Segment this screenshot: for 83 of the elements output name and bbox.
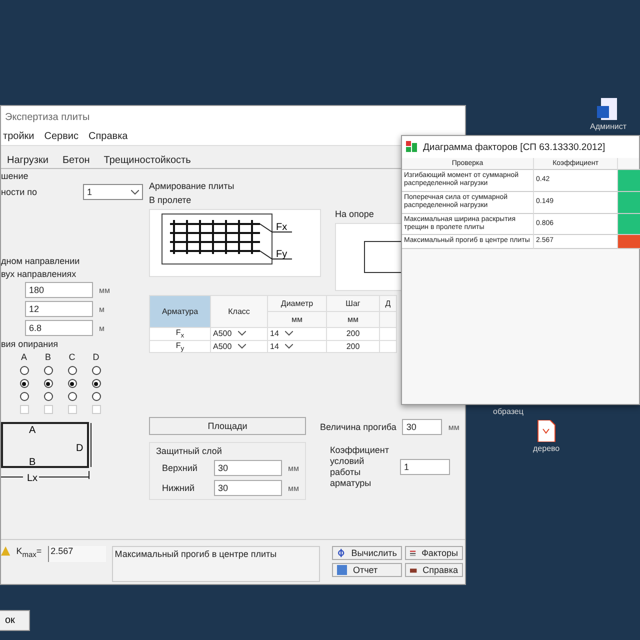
- input-field[interactable]: 30: [402, 419, 442, 436]
- column-label: C: [68, 352, 76, 362]
- input-field[interactable]: 30: [214, 460, 282, 476]
- radio-button[interactable]: [20, 379, 28, 388]
- input-field[interactable]: 1: [400, 458, 450, 475]
- chevron-icon: [131, 190, 139, 194]
- column-header: Арматура: [150, 296, 210, 328]
- table-cell: 200: [326, 328, 380, 340]
- tab[interactable]: Трещиностойкость: [98, 152, 197, 168]
- input-field[interactable]: 12: [25, 301, 93, 317]
- column-label: B: [44, 352, 51, 362]
- unit-label: мм: [448, 422, 460, 432]
- radio-button[interactable]: [44, 379, 52, 388]
- toolbar-button[interactable]: Факторы: [404, 546, 463, 560]
- unit-label: мм: [288, 464, 299, 473]
- icon-label[interactable]: Админист: [590, 122, 627, 131]
- column-header: Диаметр: [268, 296, 326, 312]
- field-label: ности по: [1, 187, 38, 197]
- table-cell: F$_{x}$: [150, 328, 210, 340]
- field-label: Величина прогиба: [320, 422, 396, 432]
- chart-icon: [406, 141, 418, 153]
- column-header: Класс: [210, 296, 268, 328]
- field-label: Нижний: [161, 483, 196, 494]
- radio-button[interactable]: [92, 379, 100, 388]
- input-field[interactable]: 30: [214, 480, 282, 496]
- icon-label[interactable]: дерево: [533, 444, 560, 453]
- field-label: Верхний: [161, 463, 198, 474]
- input-field[interactable]: 6.8: [25, 320, 93, 336]
- column-header: Д: [380, 296, 396, 312]
- unit-label: мм: [268, 312, 326, 328]
- option-label[interactable]: вух направлениях: [1, 269, 143, 279]
- column-label: A: [20, 352, 27, 362]
- checkbox[interactable]: [44, 405, 52, 414]
- group-label: В пролете: [149, 195, 192, 205]
- menu-item[interactable]: Сервис: [44, 131, 78, 142]
- field-label: Коэффициент условий работы арматуры: [329, 445, 390, 488]
- radio-button[interactable]: [44, 366, 52, 375]
- tab[interactable]: Бетон: [56, 152, 96, 168]
- checkbox[interactable]: [68, 405, 76, 414]
- radio-button[interactable]: [44, 392, 52, 401]
- radio-button[interactable]: [20, 392, 28, 401]
- radio-button[interactable]: [20, 366, 28, 375]
- areas-button[interactable]: Площади: [149, 417, 306, 436]
- dropdown[interactable]: 1: [83, 184, 143, 200]
- radio-button[interactable]: [92, 392, 100, 401]
- group-label: шение: [1, 171, 30, 181]
- unit-label: мм: [99, 286, 110, 294]
- unit-label: мм: [288, 484, 299, 493]
- table-cell: 200: [326, 340, 380, 353]
- list-icon: [410, 548, 416, 558]
- column-label: D: [92, 352, 100, 362]
- radio-button[interactable]: [68, 366, 76, 375]
- section-title: Армирование плиты: [149, 181, 234, 191]
- toolbar-button[interactable]: Отчет: [332, 563, 402, 577]
- checkbox[interactable]: [20, 405, 28, 414]
- radio-button[interactable]: [68, 379, 76, 388]
- group-label: вия опирания: [1, 339, 59, 349]
- unit-label: м: [99, 304, 104, 314]
- unit-label: мм: [326, 312, 380, 328]
- window-title: Экспертиза плиты: [5, 112, 90, 122]
- group-label: Защитный слой: [156, 446, 223, 456]
- radio-button[interactable]: [68, 392, 76, 401]
- phi-icon: [336, 548, 346, 558]
- message-field: Максимальный прогиб в центре плиты: [112, 546, 320, 582]
- ok-button[interactable]: ок: [0, 610, 30, 631]
- field-label: K$_{max}$=: [16, 546, 42, 559]
- toolbar-button[interactable]: Вычислить: [332, 546, 402, 560]
- window-title: Диаграмма факторов [СП 63.13330.2012]: [423, 142, 606, 152]
- radio-button[interactable]: [92, 366, 100, 375]
- checkbox[interactable]: [92, 405, 100, 414]
- value-field: 2.567: [48, 546, 106, 562]
- table-cell: F$_{y}$: [150, 340, 210, 353]
- menu-item[interactable]: Справка: [88, 131, 128, 142]
- unit-label: м: [99, 324, 104, 332]
- column-header: Шаг: [326, 296, 380, 312]
- tab[interactable]: Нагрузки: [1, 152, 54, 168]
- warning-icon: [1, 546, 10, 556]
- pdf-file-icon: [535, 420, 558, 442]
- menu-item[interactable]: тройки: [3, 131, 34, 142]
- toolbar-button[interactable]: Справка: [404, 563, 463, 577]
- input-field[interactable]: 180: [25, 282, 93, 298]
- option-label[interactable]: дном направлении: [1, 256, 143, 266]
- icon-label[interactable]: образец: [493, 407, 524, 416]
